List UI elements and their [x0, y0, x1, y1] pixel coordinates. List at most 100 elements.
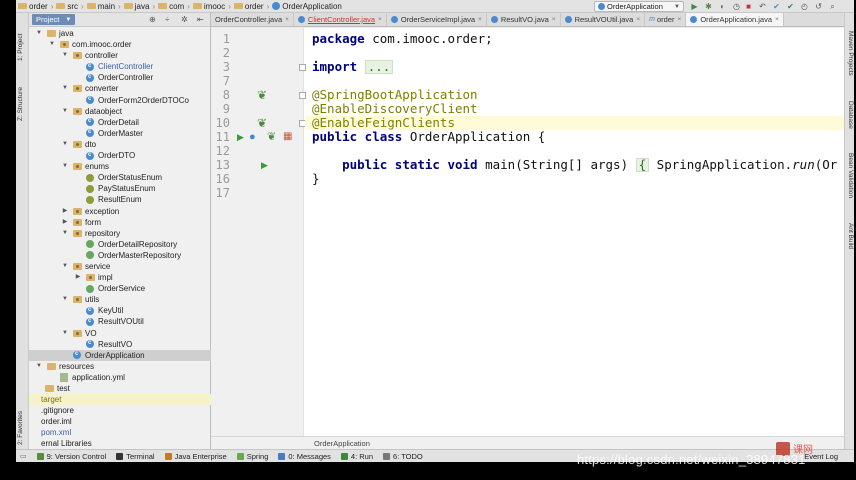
breadcrumb-item[interactable]: imooc: [191, 0, 227, 13]
spring-bean-icon[interactable]: ❦: [257, 116, 267, 130]
breadcrumb-item[interactable]: main: [85, 0, 117, 13]
debug-icon[interactable]: ✱: [704, 2, 713, 11]
tree-item[interactable]: OrderForm2OrderDTOCo: [29, 94, 211, 106]
editor-breadcrumb[interactable]: OrderApplication: [211, 436, 844, 450]
tree-item[interactable]: OrderMasterRepository: [29, 250, 211, 261]
profile-icon[interactable]: ◷: [732, 2, 741, 11]
close-icon[interactable]: ×: [478, 16, 482, 23]
code-line[interactable]: public static void main(String[] args) {…: [312, 158, 837, 172]
tree-item[interactable]: OrderMaster: [29, 127, 211, 139]
expand-arrow-icon[interactable]: ▼: [35, 361, 43, 372]
breadcrumb-item[interactable]: OrderApplication: [270, 0, 344, 13]
collapse-all-icon[interactable]: ÷: [165, 15, 169, 24]
editor-tab[interactable]: ClientController.java ×: [294, 13, 387, 26]
tree-item[interactable]: ResultEnum: [29, 194, 211, 205]
close-icon[interactable]: ×: [775, 16, 779, 23]
breadcrumb-item[interactable]: com: [156, 0, 186, 13]
expand-arrow-icon[interactable]: ▼: [35, 28, 43, 39]
tree-item[interactable]: ▼ dto: [29, 139, 211, 150]
expand-arrow-icon[interactable]: ▼: [61, 50, 69, 61]
expand-arrow-icon[interactable]: ▼: [61, 83, 69, 94]
close-icon[interactable]: ×: [636, 16, 640, 23]
bottom-tool-button[interactable]: 0: Messages: [278, 452, 331, 461]
project-view-selector[interactable]: Project ▼: [32, 14, 76, 25]
bottom-tool-button[interactable]: Spring: [236, 452, 268, 461]
close-icon[interactable]: ×: [678, 16, 682, 23]
tree-item[interactable]: KeyUtil: [29, 305, 211, 316]
spring-config-icon[interactable]: ▦: [283, 130, 292, 144]
vcs-commit-icon[interactable]: ✔: [786, 2, 795, 11]
expand-arrow-icon[interactable]: ▼: [61, 106, 69, 117]
tree-item[interactable]: ▼ controller: [29, 50, 211, 61]
tree-item[interactable]: ▶ exception: [29, 206, 211, 217]
tree-item[interactable]: OrderService: [29, 283, 211, 294]
project-tool-tab[interactable]: 1: Project: [17, 34, 24, 61]
tree-item[interactable]: OrderDetail: [29, 116, 211, 128]
tree-item[interactable]: test: [29, 383, 211, 394]
breadcrumb-item[interactable]: order: [232, 0, 266, 13]
search-icon[interactable]: ⌕: [828, 2, 837, 11]
close-icon[interactable]: ×: [552, 16, 556, 23]
tree-item[interactable]: OrderDTO: [29, 150, 211, 161]
structure-tool-tab[interactable]: Z: Structure: [17, 87, 24, 121]
tree-item[interactable]: ▼ com.imooc.order: [29, 39, 211, 50]
tree-item[interactable]: ▼ resources: [29, 361, 211, 372]
code-line[interactable]: @EnableDiscoveryClient: [312, 102, 478, 116]
code-line[interactable]: @EnableFeignClients: [312, 116, 455, 130]
expand-arrow-icon[interactable]: ▼: [48, 39, 56, 50]
run-gutter-icon[interactable]: ▶: [261, 158, 268, 172]
run-configuration-select[interactable]: OrderApplication ▼: [594, 1, 684, 12]
spring-bean-icon[interactable]: ❦: [257, 88, 267, 102]
tree-item[interactable]: OrderStatusEnum: [29, 172, 211, 183]
code-editor[interactable]: 1 2 3 7 8 9 10 11 12 13 16 17 ❦ ❦ ▶ ● ❦ ▦ ▶ OrderApplicati…: [211, 28, 844, 450]
tree-item[interactable]: .gitignore: [29, 405, 211, 416]
run-icon[interactable]: ▶: [690, 2, 699, 11]
expand-arrow-icon[interactable]: ▼: [61, 328, 69, 339]
close-icon[interactable]: ×: [378, 16, 382, 23]
bottom-tool-button[interactable]: Java Enterprise: [164, 452, 227, 461]
collapse-arrow-icon[interactable]: ▶: [61, 217, 69, 228]
breadcrumb-item[interactable]: order: [16, 0, 50, 13]
expand-arrow-icon[interactable]: ▼: [61, 261, 69, 272]
code-line[interactable]: import ...: [312, 60, 394, 74]
close-icon[interactable]: ×: [285, 16, 289, 23]
tree-item[interactable]: pom.xml: [29, 427, 211, 438]
expand-arrow-icon[interactable]: ▼: [61, 161, 69, 172]
history-icon[interactable]: ◴: [800, 2, 809, 11]
breadcrumb-item[interactable]: java: [122, 0, 152, 13]
collapse-arrow-icon[interactable]: ▶: [74, 272, 82, 283]
bean-validation-tool-tab[interactable]: Bean Validation: [847, 153, 854, 198]
tree-item[interactable]: ResultVOUtil: [29, 316, 211, 327]
expand-arrow-icon[interactable]: ▼: [61, 228, 69, 239]
code-line[interactable]: public class OrderApplication {: [312, 130, 545, 144]
tree-item[interactable]: OrderController: [29, 72, 211, 83]
expand-arrow-icon[interactable]: ▼: [61, 294, 69, 305]
revert-icon[interactable]: ↺: [814, 2, 823, 11]
vcs-update-icon[interactable]: ✔: [772, 2, 781, 11]
favorites-tool-tab[interactable]: 2: Favorites: [17, 411, 24, 445]
undo-icon[interactable]: ↶: [758, 2, 767, 11]
collapse-arrow-icon[interactable]: ▶: [61, 206, 69, 217]
spring-bean-icon[interactable]: ❦: [267, 130, 276, 144]
breadcrumb-item[interactable]: src: [54, 0, 80, 13]
gear-icon[interactable]: ✲: [181, 15, 188, 24]
tree-item[interactable]: ▼ converter: [29, 83, 211, 94]
editor-tab[interactable]: ResultVOUtil.java ×: [561, 13, 646, 26]
coverage-icon[interactable]: ◐: [718, 2, 727, 11]
database-tool-tab[interactable]: Database: [847, 101, 854, 129]
tree-item[interactable]: OrderDetailRepository: [29, 239, 211, 250]
tree-item[interactable]: ▼ utils: [29, 294, 211, 305]
tool-windows-icon[interactable]: ▭: [20, 452, 27, 460]
code-line[interactable]: }: [312, 172, 320, 186]
expand-arrow-icon[interactable]: ▼: [61, 139, 69, 150]
scroll-from-source-icon[interactable]: ⊕: [149, 15, 156, 24]
tree-item[interactable]: application.yml: [29, 372, 211, 383]
tree-item[interactable]: ClientController: [29, 61, 211, 72]
tree-item[interactable]: OrderApplication: [29, 349, 211, 361]
bottom-tool-button[interactable]: 9: Version Control: [36, 452, 106, 461]
tree-item[interactable]: ▼ enums: [29, 161, 211, 172]
tree-item[interactable]: ▼ service: [29, 261, 211, 272]
editor-tab[interactable]: m order ×: [645, 13, 687, 26]
tree-item[interactable]: ▼ dataobject: [29, 106, 211, 117]
stop-icon[interactable]: ■: [744, 2, 753, 11]
